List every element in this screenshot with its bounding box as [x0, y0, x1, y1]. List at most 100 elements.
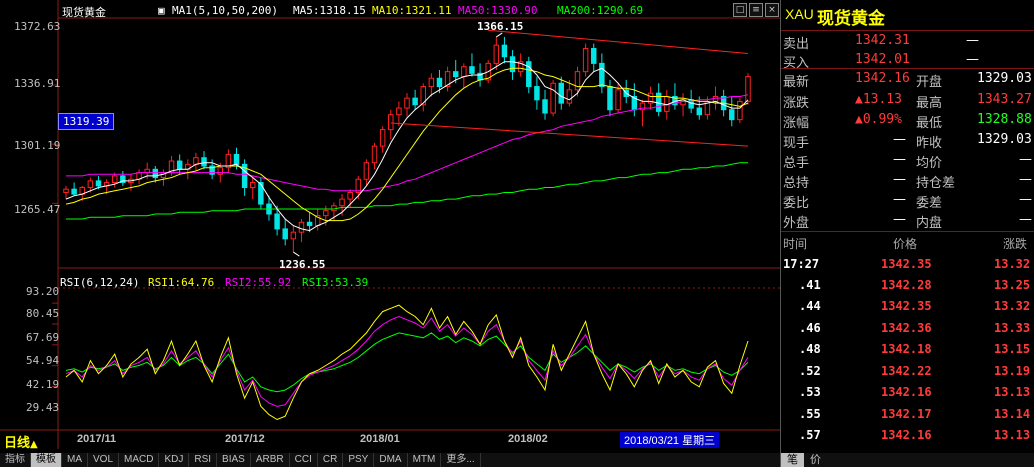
tab-rsi[interactable]: RSI	[189, 453, 218, 467]
pct-label: 涨幅	[783, 116, 810, 131]
tick-time: .44	[799, 299, 821, 313]
low-marker	[293, 251, 300, 257]
rsi3-line	[65, 332, 749, 393]
ma10-line	[65, 67, 749, 222]
ma5-line	[65, 61, 749, 232]
rsi-tick-label: 42.19	[26, 378, 60, 391]
period-selector[interactable]: 日线▲	[4, 432, 38, 451]
rsi-tick-label: 80.45	[26, 307, 60, 320]
ma-toggle-icon[interactable]: ▣	[158, 4, 165, 17]
menu-icon[interactable]: ≡	[749, 3, 763, 17]
ratio-label: 委比	[783, 196, 810, 211]
ma10-value: MA10:1321.11	[372, 4, 452, 17]
tick-change: 13.25	[994, 278, 1031, 292]
period-label: 日线	[4, 436, 31, 451]
tab-mtm[interactable]: MTM	[408, 453, 442, 467]
tab-bias[interactable]: BIAS	[217, 453, 251, 467]
low-label: 最低	[916, 116, 943, 131]
candle-down	[558, 82, 564, 104]
outer-row: 外盘 — 内盘 —	[781, 210, 1034, 231]
y-tick-label: 1372.63	[14, 20, 61, 33]
tab-psy[interactable]: PSY	[343, 453, 375, 467]
tab-vol[interactable]: VOL	[88, 453, 120, 467]
price-cursor-box: 1319.39	[58, 113, 115, 130]
tab-cci[interactable]: CCI	[290, 453, 318, 467]
close-icon[interactable]: ×	[765, 3, 779, 17]
candle-down	[599, 62, 605, 88]
current-hand-label: 现手	[783, 136, 810, 151]
total-hold-label: 总持	[783, 176, 810, 191]
total-hand-row: 总手 — 均价 —	[781, 150, 1034, 171]
price-chart[interactable]	[0, 0, 780, 449]
candle-down	[282, 228, 288, 240]
current-hand-value: —	[893, 132, 906, 147]
rsi-tick-label: 29.43	[26, 401, 60, 414]
candle-up	[461, 66, 467, 78]
y-tick-label: 1265.47	[14, 203, 61, 216]
ratio-value: —	[893, 192, 906, 207]
tick-row: .46 1342.36 13.33	[781, 318, 1034, 339]
tick-time: .48	[799, 342, 821, 356]
candle-up	[582, 47, 589, 73]
tick-time: 17:27	[783, 257, 820, 271]
tab-ticks[interactable]: 笔	[781, 453, 804, 467]
indicator-toolbar: 指标 模板 MA VOL MACD KDJ RSI BIAS ARBR CCI …	[0, 453, 780, 467]
tab-macd[interactable]: MACD	[119, 453, 160, 467]
rsi2-value: RSI2:55.92	[225, 276, 292, 289]
pct-row: 涨幅 ▲0.99% 最低 1328.88	[781, 110, 1034, 131]
y-tick-label: 1301.19	[14, 139, 61, 152]
latest-value: 1342.16	[855, 71, 910, 86]
high-marker	[496, 32, 503, 38]
tab-price-levels[interactable]: 价	[804, 453, 827, 467]
tab-cr[interactable]: CR	[318, 453, 344, 467]
chart-area[interactable]: 现货黄金 ▣ MA1(5,10,50,200) MA5:1318.15 MA10…	[0, 0, 780, 451]
candle-down	[95, 180, 102, 187]
cursor-date-box: 2018/03/21 星期三	[620, 432, 720, 448]
candle-up	[363, 162, 370, 180]
tick-change: 13.13	[994, 385, 1031, 399]
candle-up	[615, 89, 621, 111]
avg-value: —	[1019, 152, 1032, 167]
tick-price: 1342.18	[881, 342, 932, 356]
candle-down	[534, 86, 540, 101]
candle-up	[493, 44, 500, 64]
latest-label: 最新	[783, 75, 810, 90]
x-tick-label: 2018/02	[508, 433, 548, 445]
tab-kdj[interactable]: KDJ	[159, 453, 190, 467]
candle-down	[729, 109, 735, 121]
hold-diff-label: 持仓差	[916, 176, 956, 191]
candle-up	[63, 188, 69, 193]
buy-row: 买入 1342.01 —	[781, 50, 1034, 71]
tick-row: .52 1342.22 13.19	[781, 361, 1034, 382]
total-hand-value: —	[893, 152, 906, 167]
tick-change: 13.32	[994, 299, 1031, 313]
hold-diff-value: —	[1019, 172, 1032, 187]
tab-indicator[interactable]: 指标	[0, 453, 31, 467]
tick-price: 1342.16	[881, 385, 932, 399]
low-annotation: 1236.55	[279, 258, 326, 271]
total-hold-value: —	[893, 172, 906, 187]
tick-row: .53 1342.16 13.13	[781, 382, 1034, 403]
diff-value: —	[1019, 192, 1032, 207]
tick-change: 13.32	[994, 257, 1031, 271]
tab-arbr[interactable]: ARBR	[251, 453, 290, 467]
tick-row: 17:27 1342.35 13.32	[781, 254, 1034, 275]
tab-ma[interactable]: MA	[62, 453, 88, 467]
tick-time: .52	[799, 364, 821, 378]
tab-more[interactable]: 更多...	[441, 453, 481, 467]
window-buttons: □ ≡ ×	[733, 3, 779, 17]
change-value: ▲13.13	[855, 92, 902, 107]
tab-dma[interactable]: DMA	[374, 453, 408, 467]
restore-icon[interactable]: □	[733, 3, 747, 17]
tick-row: .41 1342.28 13.25	[781, 275, 1034, 296]
rsi3-value: RSI3:53.39	[302, 276, 369, 289]
tick-price: 1342.17	[881, 407, 932, 421]
candle-down	[306, 221, 313, 227]
quote-header: XAU 现货黄金	[781, 4, 1034, 29]
tab-template[interactable]: 模板	[31, 453, 62, 467]
outer-label: 外盘	[783, 216, 810, 231]
sell-row: 卖出 1342.31 —	[781, 31, 1034, 52]
candle-up	[250, 182, 256, 189]
avg-label: 均价	[916, 156, 943, 171]
candle-down	[526, 61, 532, 88]
